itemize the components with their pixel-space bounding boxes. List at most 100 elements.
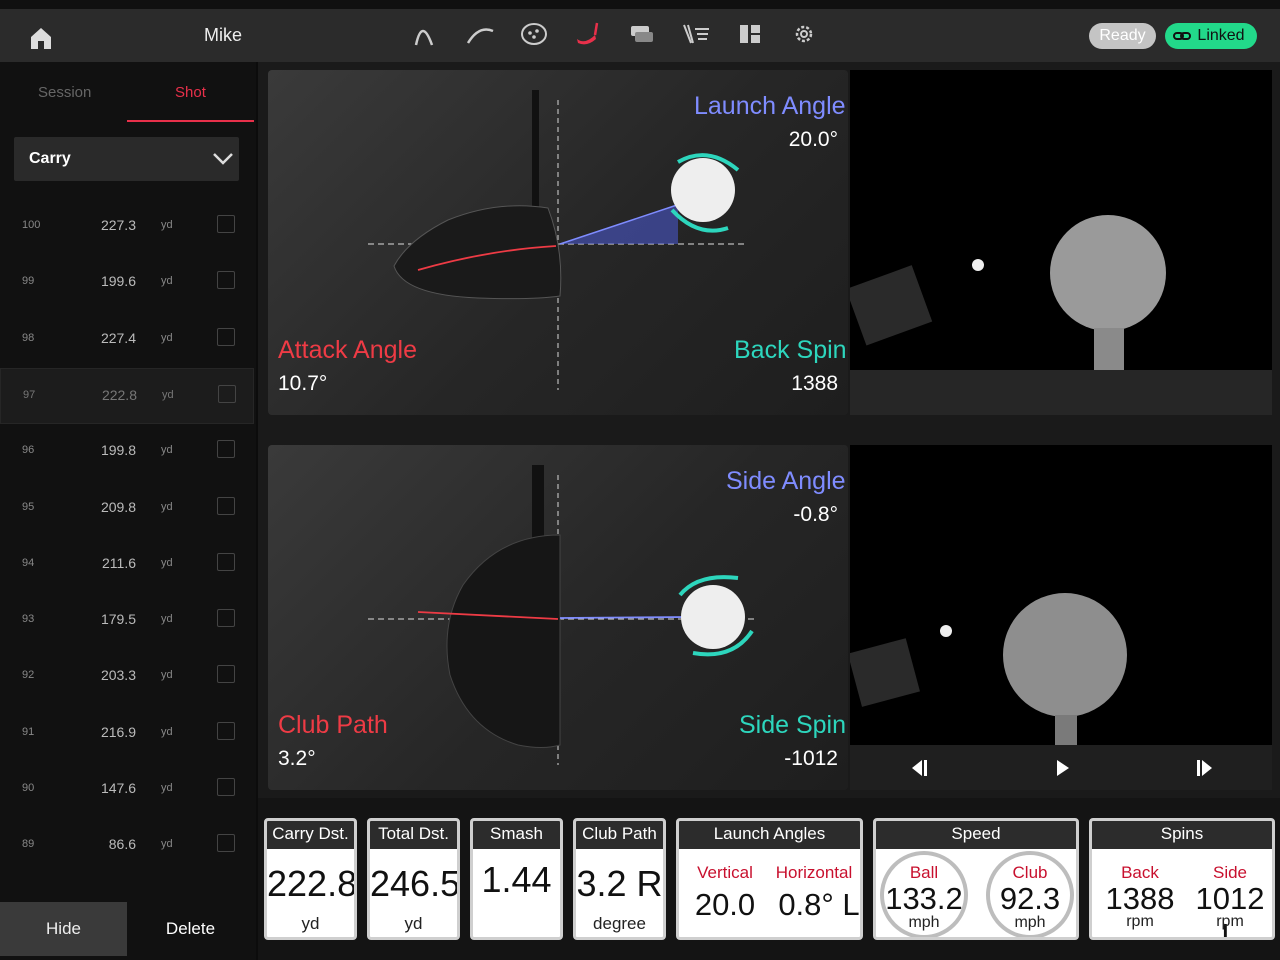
shot-value: 227.3 <box>100 217 136 233</box>
club-icon[interactable] <box>572 19 604 49</box>
side-angle-label: Side Angle <box>726 467 846 495</box>
linked-status-badge[interactable]: Linked <box>1165 23 1257 49</box>
shot-unit: yd <box>161 556 173 569</box>
vertical-value: 20.0 <box>694 887 756 922</box>
shot-unit: yd <box>161 725 173 738</box>
club-speed-unit: mph <box>1014 914 1046 931</box>
shot-number: 94 <box>22 556 35 569</box>
shot-row[interactable]: 100 227.3 yd <box>0 199 254 255</box>
club-speed-value: 92.3 <box>999 881 1061 916</box>
shot-checkbox[interactable] <box>217 665 235 684</box>
curve-icon[interactable] <box>464 19 496 49</box>
back-spin-stat-value: 1388 <box>1105 881 1175 916</box>
step-back-icon[interactable] <box>906 757 930 779</box>
shot-checkbox[interactable] <box>217 609 235 628</box>
club-path-stat-value: 3.2 R <box>576 863 663 904</box>
shot-number: 100 <box>22 219 41 231</box>
side-angle-value: -0.8° <box>793 503 838 526</box>
horizontal-label: Horizontal <box>775 863 853 882</box>
playback-controls <box>850 745 1272 790</box>
top-bar: Mike Ready Linked <box>0 0 1280 62</box>
metric-select-value: Carry <box>29 150 71 167</box>
tab-shot[interactable]: Shot <box>175 84 206 101</box>
gear-icon[interactable] <box>788 19 820 49</box>
layout-icon[interactable] <box>734 19 766 49</box>
hide-button[interactable]: Hide <box>0 902 127 956</box>
shot-checkbox[interactable] <box>217 552 235 571</box>
smash-value: 1.44 <box>481 859 552 900</box>
shot-number: 98 <box>22 331 35 344</box>
shot-row[interactable]: 92 203.3 yd <box>0 649 254 705</box>
trajectory-icon[interactable] <box>410 19 442 49</box>
spins-card: Spins Back 1388 rpm Side 1012 L rpm <box>1089 818 1275 940</box>
shot-unit: yd <box>161 275 173 288</box>
launch-angle-label: Launch Angle <box>694 92 846 120</box>
ball-speed-unit: mph <box>908 914 940 931</box>
shot-value: 179.5 <box>100 611 136 628</box>
launch-angles-card: Launch Angles Vertical 20.0 Horizontal 0… <box>676 818 863 940</box>
shot-row[interactable]: 95 209.8 yd <box>0 481 254 537</box>
shot-row[interactable]: 89 86.6 yd <box>0 818 254 874</box>
carry-title: Carry Dst. <box>267 821 354 849</box>
shot-unit: yd <box>161 669 173 682</box>
camera-frame-top <box>850 215 1166 370</box>
shot-value: 227.4 <box>100 329 136 346</box>
link-icon <box>1173 32 1191 40</box>
shot-row[interactable]: 93 179.5 yd <box>0 593 254 649</box>
shot-number: 91 <box>22 725 35 738</box>
shot-row[interactable]: 96 199.8 yd <box>0 424 254 480</box>
shot-checkbox[interactable] <box>217 721 235 740</box>
shot-unit: yd <box>161 500 173 513</box>
carry-unit: yd <box>301 914 320 933</box>
shot-row[interactable]: 90 147.6 yd <box>0 762 254 818</box>
shot-row[interactable]: 99 199.6 yd <box>0 255 254 311</box>
speed-card: Speed Ball 133.2 mph Club 92.3 mph <box>873 818 1079 940</box>
shot-checkbox[interactable] <box>217 327 235 346</box>
shot-checkbox[interactable] <box>217 496 235 515</box>
shot-number: 90 <box>22 782 35 794</box>
carry-value: 222.8 <box>267 863 357 904</box>
shot-row[interactable]: 97 222.8 yd <box>0 367 254 424</box>
camera-gap <box>850 370 1272 415</box>
spins-title: Spins <box>1092 821 1272 849</box>
total-value: 246.5 <box>370 863 460 904</box>
club-path-value: 3.2° <box>278 747 316 770</box>
play-icon[interactable] <box>1050 757 1074 779</box>
tab-session[interactable]: Session <box>38 84 91 101</box>
shot-checkbox[interactable] <box>217 215 235 233</box>
carry-card: Carry Dst. 222.8 yd <box>264 818 357 940</box>
shot-unit: yd <box>162 388 174 401</box>
shot-row[interactable]: 91 216.9 yd <box>0 706 254 762</box>
speed-title: Speed <box>876 821 1076 849</box>
shot-number: 97 <box>23 388 36 401</box>
delete-button[interactable]: Delete <box>127 902 254 956</box>
shot-checkbox[interactable] <box>217 778 235 796</box>
mode-nav <box>410 19 820 49</box>
step-forward-icon[interactable] <box>1194 757 1218 779</box>
shot-row[interactable]: 98 227.4 yd <box>0 312 254 368</box>
chevron-down-icon <box>213 153 233 165</box>
bag-icon[interactable] <box>680 19 712 49</box>
side-spin-unit: rpm <box>1216 913 1244 930</box>
cards-icon[interactable] <box>626 19 658 49</box>
side-panel: Side Angle -0.8° Club Path 3.2° Side Spi… <box>268 445 848 790</box>
shot-value: 203.3 <box>100 667 136 684</box>
launch-panel: Launch Angle 20.0° Attack Angle 10.7° Ba… <box>268 70 848 415</box>
shot-checkbox[interactable] <box>217 440 235 459</box>
shot-checkbox[interactable] <box>217 271 235 290</box>
stats-bar: Carry Dst. 222.8 yd Total Dst. 246.5 yd … <box>258 798 1280 960</box>
shot-value: 199.8 <box>100 442 136 459</box>
metric-select[interactable]: Carry <box>14 137 239 181</box>
target-icon[interactable] <box>518 19 550 49</box>
shot-checkbox[interactable] <box>218 384 236 403</box>
shot-value: 222.8 <box>101 386 137 403</box>
shot-unit: yd <box>161 838 173 851</box>
home-icon[interactable] <box>26 23 56 53</box>
shot-number: 92 <box>22 669 35 682</box>
shot-checkbox[interactable] <box>217 834 235 853</box>
shot-number: 89 <box>22 838 35 851</box>
side-spin-stat-value: 1012 L <box>1195 881 1265 940</box>
shot-row[interactable]: 94 211.6 yd <box>0 537 254 593</box>
ready-status-badge: Ready <box>1089 23 1156 49</box>
shot-value: 86.6 <box>108 836 136 853</box>
